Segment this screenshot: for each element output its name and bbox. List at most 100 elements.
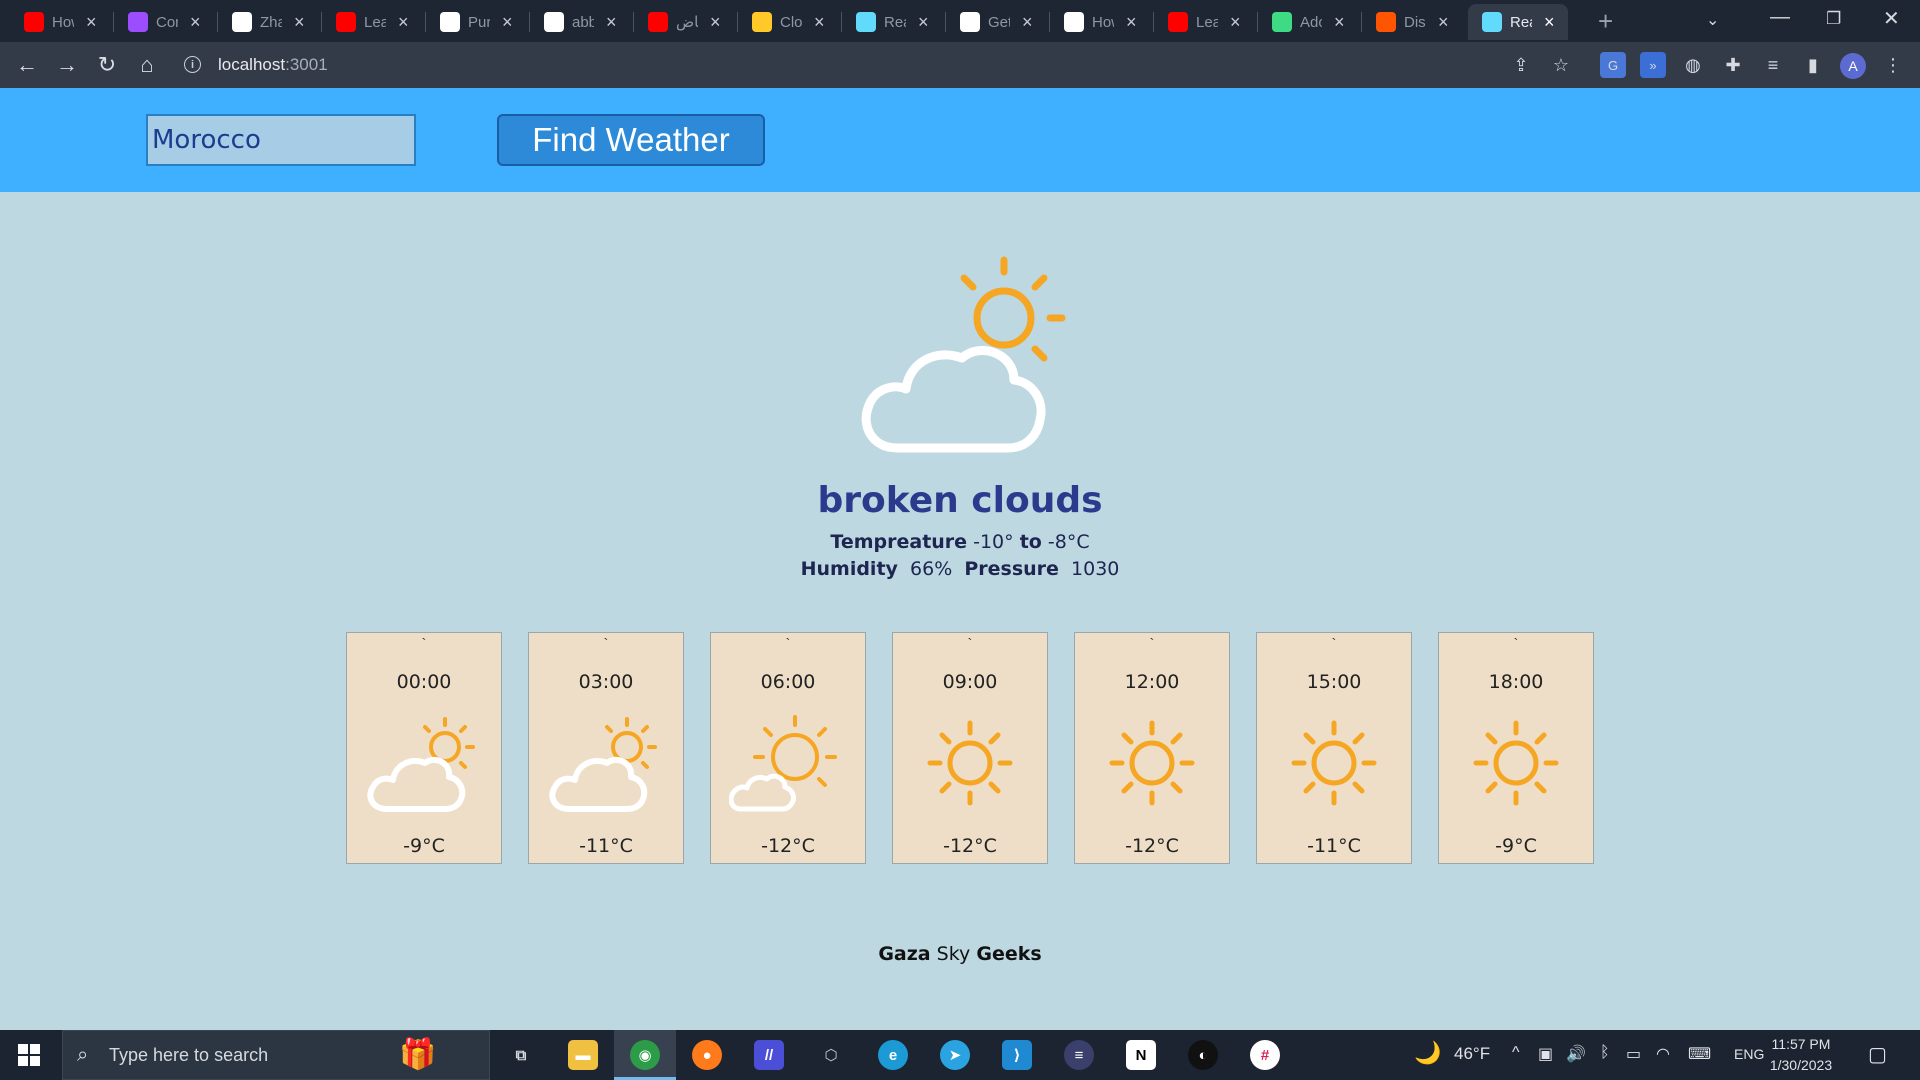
system-clock[interactable]: 11:57 PM 1/30/2023 xyxy=(1756,1034,1846,1076)
tab-close-icon[interactable]: × xyxy=(1438,12,1449,33)
github-desktop-icon[interactable]: ◐ xyxy=(1188,1040,1218,1070)
browser-tab[interactable]: Rea × xyxy=(1468,4,1568,40)
browser-tab[interactable]: Ado × xyxy=(1258,4,1362,40)
partly-cloudy-icon xyxy=(861,256,1066,453)
tab-close-icon[interactable]: × xyxy=(190,12,201,33)
sun-icon xyxy=(911,713,1029,813)
city-search-input[interactable] xyxy=(146,114,416,166)
eclipse-icon[interactable]: ≡ xyxy=(1064,1040,1094,1070)
forecast-card: ` 06:00 -12°C xyxy=(710,632,866,864)
tab-close-icon[interactable]: × xyxy=(918,12,929,33)
tab-search-chevron-icon[interactable]: ⌄ xyxy=(1706,10,1719,30)
close-window-button[interactable]: ✕ xyxy=(1883,6,1900,31)
extension-forward-icon[interactable]: » xyxy=(1640,52,1666,78)
home-button[interactable]: ⌂ xyxy=(132,50,162,80)
side-panel-icon[interactable]: ▮ xyxy=(1800,52,1826,78)
address-bar[interactable]: i localhost:3001 xyxy=(178,50,1508,80)
firebase-icon xyxy=(752,12,772,32)
tab-close-icon[interactable]: × xyxy=(710,12,721,33)
bookmark-star-icon[interactable]: ☆ xyxy=(1548,52,1574,78)
browser-tab[interactable]: abb × xyxy=(530,4,634,40)
forward-button[interactable]: → xyxy=(52,50,82,80)
restore-button[interactable]: ❐ xyxy=(1826,9,1841,29)
tab-close-icon[interactable]: × xyxy=(398,12,409,33)
tab-close-icon[interactable]: × xyxy=(1126,12,1137,33)
find-weather-button[interactable]: Find Weather xyxy=(497,114,765,166)
humidity-value: 66% xyxy=(910,558,953,580)
unity-icon[interactable]: ⬡ xyxy=(816,1040,846,1070)
network-device-icon[interactable]: ▣ xyxy=(1538,1044,1553,1064)
weather-tray-temp[interactable]: 46°F xyxy=(1454,1044,1490,1064)
search-highlight-gift-icon: 🎁 xyxy=(399,1038,437,1071)
edge-icon[interactable]: e xyxy=(878,1040,908,1070)
weather-tray-icon[interactable]: 🌙 xyxy=(1414,1040,1441,1066)
browser-tab[interactable]: Zha × xyxy=(218,4,322,40)
browser-tab[interactable]: Con × xyxy=(114,4,218,40)
new-tab-button[interactable]: + xyxy=(1598,6,1613,37)
pressure-label: Pressure xyxy=(964,558,1059,580)
browser-tab[interactable]: How × xyxy=(1050,4,1154,40)
forecast-temp: -12°C xyxy=(943,835,997,857)
slack-icon[interactable]: # xyxy=(1250,1040,1280,1070)
tab-close-icon[interactable]: × xyxy=(1544,12,1555,33)
bluetooth-icon[interactable]: ᛒ xyxy=(1600,1044,1610,1062)
notifications-icon[interactable]: ▢ xyxy=(1868,1042,1887,1067)
tray-overflow-chevron-icon[interactable]: ^ xyxy=(1512,1044,1520,1062)
vscode-icon[interactable]: ⟩ xyxy=(1002,1040,1032,1070)
browser-tab[interactable]: رياض × xyxy=(634,4,738,40)
sun-small-cloud-icon xyxy=(729,713,847,813)
tab-close-icon[interactable]: × xyxy=(1022,12,1033,33)
profile-avatar[interactable]: A xyxy=(1840,53,1866,79)
browser-tab-label: Rea xyxy=(1510,13,1532,31)
share-icon[interactable]: ⇪ xyxy=(1508,52,1534,78)
extensions-puzzle-icon[interactable]: ✚ xyxy=(1720,52,1746,78)
task-view-icon[interactable]: ⧉ xyxy=(506,1040,536,1070)
browser-tab[interactable]: How × xyxy=(10,4,114,40)
tab-close-icon[interactable]: × xyxy=(1334,12,1345,33)
site-info-icon[interactable]: i xyxy=(184,56,201,73)
wifi-icon[interactable]: ◠ xyxy=(1656,1044,1670,1064)
back-button[interactable]: ← xyxy=(12,50,42,80)
tab-close-icon[interactable]: × xyxy=(86,12,97,33)
jetbrains-app-icon[interactable]: // xyxy=(754,1040,784,1070)
forecast-card: ` 09:00 -12°C xyxy=(892,632,1048,864)
github-icon xyxy=(544,12,564,32)
browser-tab[interactable]: Dis × xyxy=(1362,4,1466,40)
search-icon: ⌕ xyxy=(77,1044,89,1066)
windows-start-icon[interactable] xyxy=(18,1044,40,1066)
telegram-icon[interactable]: ➤ xyxy=(940,1040,970,1070)
tab-close-icon[interactable]: × xyxy=(814,12,825,33)
browser-tab[interactable]: Lea × xyxy=(1154,4,1258,40)
extension-globe-icon[interactable]: ◍ xyxy=(1680,52,1706,78)
keyboard-icon[interactable]: ⌨ xyxy=(1688,1044,1711,1064)
media-queue-icon[interactable]: ≡ xyxy=(1760,52,1786,78)
browser-tab[interactable]: Rea × xyxy=(842,4,946,40)
tab-close-icon[interactable]: × xyxy=(502,12,513,33)
notion-icon[interactable]: N xyxy=(1126,1040,1156,1070)
tab-close-icon[interactable]: × xyxy=(294,12,305,33)
react-icon xyxy=(1272,12,1292,32)
forecast-mark: ` xyxy=(1513,635,1519,651)
volume-icon[interactable]: 🔊 xyxy=(1566,1044,1586,1064)
browser-tab[interactable]: Get × xyxy=(946,4,1050,40)
browser-tab[interactable]: Clo × xyxy=(738,4,842,40)
browser-menu-icon[interactable]: ⋮ xyxy=(1880,52,1906,78)
forecast-temp: -11°C xyxy=(579,835,633,857)
battery-icon[interactable]: ▭ xyxy=(1626,1044,1641,1064)
chrome-icon[interactable]: ◉ xyxy=(630,1040,660,1070)
browser-tab[interactable]: Pur × xyxy=(426,4,530,40)
minimize-button[interactable]: — xyxy=(1770,6,1790,29)
browser-tab-label: How xyxy=(52,13,74,31)
translate-extension-icon[interactable]: G xyxy=(1600,52,1626,78)
forecast-time: 12:00 xyxy=(1124,671,1180,693)
taskbar-search-box[interactable]: ⌕ Type here to search 🎁 xyxy=(62,1030,490,1080)
tab-close-icon[interactable]: × xyxy=(1230,12,1241,33)
soundcloud-icon xyxy=(1376,12,1396,32)
reload-button[interactable]: ↻ xyxy=(92,50,122,80)
tab-close-icon[interactable]: × xyxy=(606,12,617,33)
firefox-icon[interactable]: ● xyxy=(692,1040,722,1070)
browser-tab[interactable]: Lea × xyxy=(322,4,426,40)
file-explorer-icon[interactable]: ▬ xyxy=(568,1040,598,1070)
url-text[interactable]: localhost:3001 xyxy=(218,55,328,75)
browser-tab-label: How xyxy=(1092,13,1114,31)
